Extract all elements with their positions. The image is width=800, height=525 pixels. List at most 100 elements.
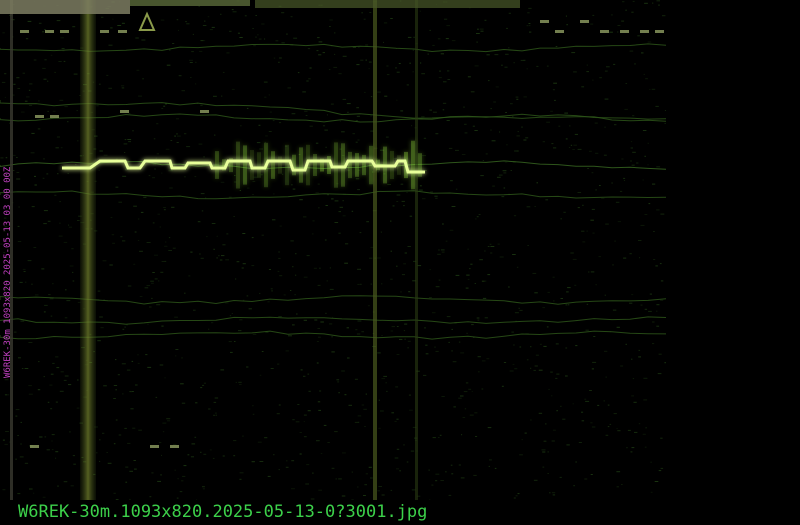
noise-speck [383,41,384,43]
noise-speck [494,54,499,56]
noise-speck [306,464,310,466]
noise-speck [133,263,136,265]
noise-speck [175,349,179,350]
noise-speck [356,64,360,66]
noise-speck [556,410,558,412]
noise-speck [381,494,385,496]
noise-speck [543,440,547,442]
noise-speck [529,31,532,33]
noise-speck [558,125,561,127]
noise-speck [338,211,341,213]
noise-speck [574,284,577,286]
noise-speck [640,224,645,226]
noise-speck [162,431,165,433]
noise-speck [176,497,179,499]
noise-speck [198,143,203,145]
noise-speck [220,369,225,371]
noise-speck [31,206,35,208]
noise-speck [616,471,621,473]
noise-speck [581,420,585,422]
noise-speck [396,71,400,73]
noise-speck [621,484,623,485]
noise-speck [42,177,45,179]
noise-speck [253,45,256,47]
noise-speck [409,409,413,411]
noise-speck [151,282,154,284]
noise-speck [465,382,469,384]
noise-speck [565,138,568,140]
noise-speck [368,61,372,63]
noise-speck [484,250,486,252]
noise-speck [331,198,334,200]
noise-speck [638,349,641,351]
noise-speck [463,106,465,108]
noise-speck [316,341,319,342]
noise-speck [24,100,28,102]
noise-speck [156,123,159,125]
noise-speck [214,134,216,136]
noise-speck [488,465,490,467]
noise-speck [67,121,69,123]
noise-speck [27,20,32,22]
noise-speck [200,451,202,453]
noise-speck [225,302,229,304]
noise-speck [126,369,131,371]
noise-speck [484,19,487,21]
noise-speck [378,427,381,429]
noise-speck [30,152,35,154]
noise-speck [44,29,47,31]
noise-speck [209,29,213,31]
noise-speck [357,320,362,322]
noise-speck [190,251,193,253]
noise-speck [657,373,662,375]
noise-speck [526,68,528,70]
signal-glow [299,147,303,183]
noise-speck [491,140,496,142]
noise-speck [570,144,573,146]
noise-speck [348,404,352,406]
noise-speck [160,271,164,273]
noise-speck [515,495,518,497]
noise-speck [577,148,582,150]
noise-speck [514,150,517,152]
noise-speck [406,84,409,86]
noise-speck [155,396,158,398]
noise-speck [467,76,471,78]
noise-speck [407,340,411,342]
noise-speck [506,144,508,146]
noise-speck [432,44,435,46]
noise-speck [627,429,631,431]
dash-mark [200,110,209,113]
noise-speck [194,436,197,438]
noise-speck [164,377,166,379]
noise-speck [447,70,450,72]
noise-speck [176,142,179,143]
noise-speck [438,77,442,79]
noise-speck [432,111,437,113]
noise-speck [103,299,105,301]
noise-speck [476,41,478,43]
noise-speck [292,188,296,190]
noise-speck [542,307,545,309]
noise-speck [295,253,297,255]
noise-speck [117,374,120,376]
noise-speck [363,495,366,496]
noise-speck [505,53,509,55]
noise-speck [528,23,531,24]
noise-speck [259,374,262,376]
noise-speck [517,493,520,495]
noise-speck [548,388,550,390]
noise-speck [20,443,22,445]
noise-speck [2,439,5,441]
noise-speck [525,137,529,139]
noise-speck [650,461,652,463]
noise-speck [259,148,264,150]
noise-speck [446,316,451,318]
noise-speck [200,193,205,195]
noise-speck [442,102,447,104]
noise-speck [192,33,194,35]
noise-speck [133,460,136,461]
noise-speck [110,27,113,29]
noise-speck [225,259,229,261]
noise-speck [120,236,123,238]
